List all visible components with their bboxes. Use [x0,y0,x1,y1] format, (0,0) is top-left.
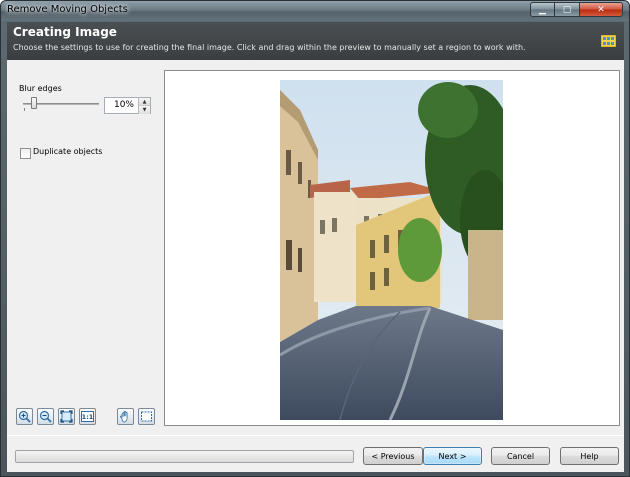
chevron-down-icon: ▼ [142,107,147,113]
step-description: Choose the settings to use for creating … [13,43,526,52]
settings-panel: Blur edges 10% ▲ ▼ Duplicate objects 1:1 [7,60,165,428]
preview-toolbar: 1:1 [16,408,159,425]
next-button[interactable]: Next > [423,447,482,465]
blur-edges-slider-thumb[interactable] [31,97,37,109]
blur-edges-spinbox[interactable]: 10% ▲ ▼ [104,97,151,114]
zoom-out-icon [39,410,52,423]
title-bar[interactable]: Remove Moving Objects ▁ ▢ ✕ [1,1,629,21]
minimize-icon: ▁ [539,4,546,15]
remove-moving-objects-window: Remove Moving Objects ▁ ▢ ✕ Creating Ima… [0,0,630,477]
fit-to-window-icon [60,410,73,423]
footer-separator [7,435,624,436]
caption-buttons: ▁ ▢ ✕ [530,2,623,17]
fit-to-window-button[interactable] [58,408,75,425]
zoom-in-button[interactable] [16,408,33,425]
spin-down-button[interactable]: ▼ [138,106,150,114]
duplicate-objects-label[interactable]: Duplicate objects [33,147,102,156]
maximize-button[interactable]: ▢ [555,2,580,17]
street-photo [280,80,503,420]
close-button[interactable]: ✕ [580,2,623,17]
minimize-button[interactable]: ▁ [530,2,555,17]
select-region-button[interactable] [138,408,155,425]
step-title: Creating Image [13,25,117,39]
cancel-button[interactable]: Cancel [491,447,550,465]
zoom-in-icon [18,410,31,423]
chevron-up-icon: ▲ [142,98,147,105]
blur-edges-value[interactable]: 10% [114,100,134,110]
spin-up-button[interactable]: ▲ [138,98,150,106]
image-preview[interactable] [164,70,620,426]
zoom-out-button[interactable] [37,408,54,425]
photo-stack-icon [601,35,616,47]
client-area: Blur edges 10% ▲ ▼ Duplicate objects 1:1… [7,60,624,472]
previous-button[interactable]: < Previous [363,447,423,465]
wizard-header: Creating Image Choose the settings to us… [7,22,624,60]
slider-tick [24,108,25,111]
hand-pan-icon [120,410,128,423]
pan-button[interactable] [117,408,134,425]
help-button[interactable]: Help [560,447,619,465]
window-title: Remove Moving Objects [7,4,128,15]
maximize-icon: ▢ [562,4,572,15]
actual-size-icon: 1:1 [81,411,94,422]
blur-edges-label: Blur edges [19,84,62,93]
select-region-icon [141,411,152,422]
actual-size-text: 1:1 [82,413,94,421]
close-icon: ✕ [597,4,605,15]
actual-size-button[interactable]: 1:1 [79,408,96,425]
progress-bar [15,450,354,463]
duplicate-objects-checkbox[interactable] [20,148,31,159]
